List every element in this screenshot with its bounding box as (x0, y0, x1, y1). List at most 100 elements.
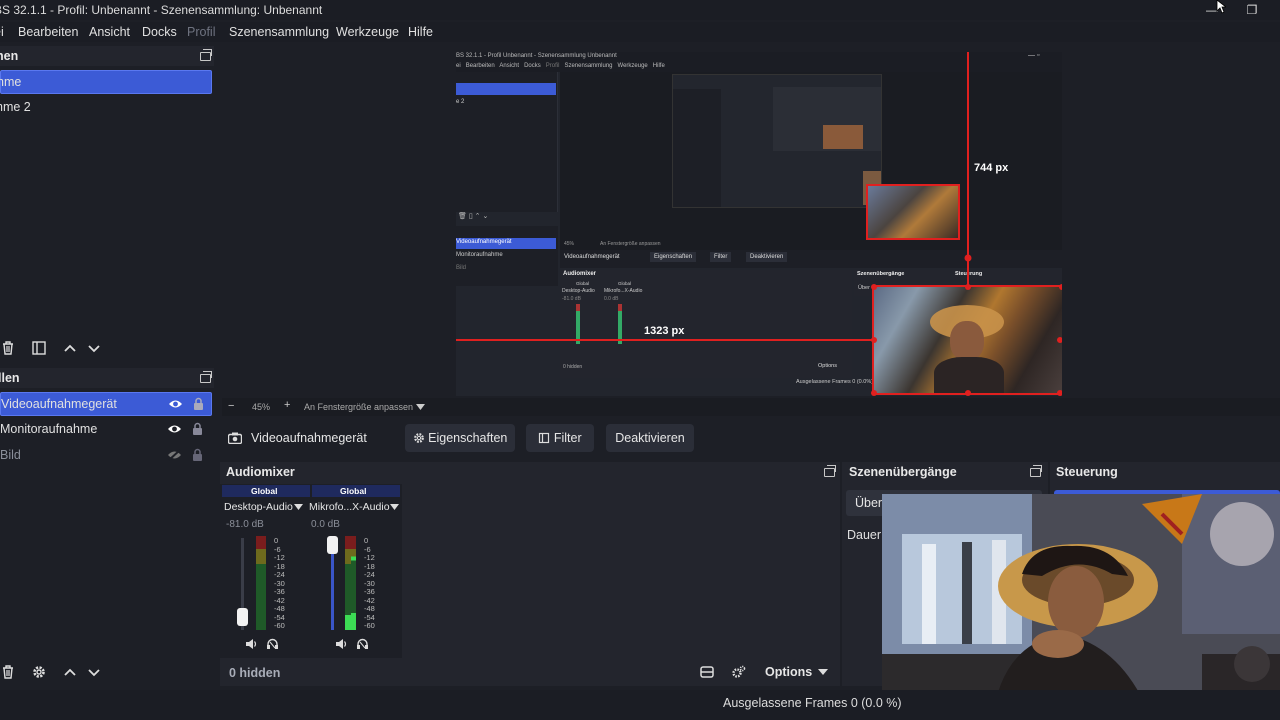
level-meter (351, 536, 356, 630)
meter-tick: -60 (274, 621, 285, 630)
volume-fader-handle[interactable] (327, 536, 338, 554)
filter-icon (539, 432, 550, 444)
chevron-down-icon[interactable] (390, 504, 399, 510)
zoom-value: 45% (252, 402, 271, 412)
channel-level: -81.0 dB (226, 519, 264, 530)
speaker-icon[interactable] (335, 638, 348, 650)
webcam-overlay (882, 494, 1280, 720)
layout-icon[interactable] (700, 665, 714, 679)
selected-source-name: Videoaufnahmegerät (251, 431, 367, 445)
advanced-audio-icon[interactable] (731, 665, 746, 679)
menu-profile[interactable]: Profil (187, 25, 215, 39)
eye-icon[interactable] (167, 423, 182, 435)
move-down-icon[interactable] (86, 664, 102, 680)
restore-button[interactable]: ❐ (1243, 2, 1261, 18)
headphones-icon[interactable] (356, 638, 369, 650)
eye-hidden-icon[interactable] (167, 449, 182, 461)
volume-fader-handle[interactable] (237, 608, 248, 626)
mixer-dock-header: Audiomixer (220, 462, 840, 482)
menu-bar: ei Bearbeiten Ansicht Docks Profil Szene… (0, 22, 1280, 42)
menu-view[interactable]: Ansicht (89, 25, 130, 39)
options-button[interactable]: Options (765, 665, 812, 679)
sources-panel: Videoaufnahmegerät Monitoraufnahme Bild (0, 388, 214, 686)
source-item[interactable]: Bild (0, 444, 212, 468)
transitions-float-icon[interactable] (1030, 465, 1042, 477)
deactivate-label: Deaktivieren (615, 431, 685, 445)
lock-icon[interactable] (193, 397, 204, 411)
chevron-down-icon[interactable] (294, 504, 303, 510)
preview-canvas[interactable]: BS 32.1.1 - Profil Unbenannt - Szenensam… (456, 52, 1062, 396)
sources-title: llen (0, 371, 20, 385)
mouse-cursor-icon (1216, 0, 1226, 14)
move-up-icon[interactable] (62, 340, 78, 356)
meter-scale: 0 -6 -12 -18 -24 -30 -36 -42 -48 -54 -60 (274, 536, 288, 630)
speaker-icon[interactable] (245, 638, 258, 650)
filter-icon[interactable] (31, 340, 47, 356)
level-meter (262, 536, 266, 630)
gear-icon[interactable] (31, 664, 47, 680)
properties-button[interactable]: Eigenschaften (405, 424, 515, 452)
menu-file[interactable]: ei (0, 25, 4, 39)
channel-global-label: Global (251, 486, 278, 496)
mixer-float-icon[interactable] (824, 465, 836, 477)
chevron-down-icon[interactable] (416, 404, 425, 410)
source-item[interactable]: Videoaufnahmegerät (0, 392, 212, 416)
fit-window-label[interactable]: An Fenstergröße anpassen (304, 402, 413, 412)
move-down-icon[interactable] (86, 340, 102, 356)
meter-scale: 0 -6 -12 -18 -24 -30 -36 -42 -48 -54 -60 (364, 536, 378, 630)
menu-help[interactable]: Hilfe (408, 25, 433, 39)
sources-float-icon[interactable] (200, 371, 212, 383)
zoom-in-button[interactable]: + (284, 399, 290, 411)
eye-icon[interactable] (168, 398, 183, 410)
source-toolbar: Videoaufnahmegerät Eigenschaften Filter … (222, 420, 1280, 456)
channel-global-label: Global (340, 486, 367, 496)
source-item-label: Bild (0, 448, 21, 462)
mixer-title: Audiomixer (226, 465, 295, 479)
mixer-panel: Global Desktop-Audio -81.0 dB 0 -6 -12 -… (220, 482, 840, 686)
title-bar: BS 32.1.1 - Profil: Unbenannt - Szenensa… (0, 0, 1280, 20)
menu-docks[interactable]: Docks (142, 25, 177, 39)
controls-title: Steuerung (1056, 465, 1118, 479)
transform-guides (456, 52, 1062, 396)
source-item-label: Monitoraufnahme (0, 422, 98, 436)
lock-icon[interactable] (192, 422, 203, 436)
menu-scene-collection[interactable]: Szenensammlung (229, 25, 329, 39)
chevron-down-icon[interactable] (818, 669, 828, 675)
channel-name[interactable]: Desktop-Audio (224, 501, 293, 513)
transition-value: Über (855, 496, 883, 510)
duration-label: Dauer (847, 528, 882, 542)
scene-item[interactable]: hme (0, 70, 212, 94)
headphones-icon[interactable] (266, 638, 279, 650)
scene-item-label: hme 2 (0, 100, 31, 114)
transitions-dock-header: Szenenübergänge (842, 462, 1048, 482)
scenes-title: nen (0, 49, 19, 63)
scene-item-label: hme (0, 75, 22, 89)
webcam-image (882, 494, 1280, 720)
trash-icon[interactable] (0, 340, 16, 356)
filter-button[interactable]: Filter (526, 424, 594, 452)
filter-label: Filter (553, 431, 582, 445)
zoom-out-button[interactable]: − (228, 400, 234, 412)
trash-icon[interactable] (0, 664, 16, 680)
move-up-icon[interactable] (62, 664, 78, 680)
channel-name[interactable]: Mikrofo...X-Audio (309, 501, 390, 513)
scenes-float-icon[interactable] (200, 49, 212, 61)
scenes-panel: hme hme 2 (0, 66, 214, 362)
guide-label-width: 1323 px (644, 325, 685, 337)
lock-icon[interactable] (192, 448, 203, 462)
properties-label: Eigenschaften (428, 431, 508, 445)
hidden-count[interactable]: 0 hidden (229, 666, 280, 680)
zoom-bar: − 45% + An Fenstergröße anpassen (222, 398, 1280, 416)
status-bar: Ausgelassene Frames 0 (0.0 %) (0, 690, 1280, 720)
meter-tick: -60 (364, 621, 375, 630)
source-item[interactable]: Monitoraufnahme (0, 418, 212, 442)
menu-tools[interactable]: Werkzeuge (336, 25, 399, 39)
scenes-dock-header: nen (0, 46, 214, 66)
scene-item[interactable]: hme 2 (0, 96, 212, 120)
menu-edit[interactable]: Bearbeiten (18, 25, 78, 39)
window-title: BS 32.1.1 - Profil: Unbenannt - Szenensa… (0, 3, 323, 17)
mixer-footer: 0 hidden Options (220, 658, 840, 686)
channel-level: 0.0 dB (311, 519, 340, 530)
deactivate-button[interactable]: Deaktivieren (606, 424, 694, 452)
camera-icon (228, 432, 242, 444)
